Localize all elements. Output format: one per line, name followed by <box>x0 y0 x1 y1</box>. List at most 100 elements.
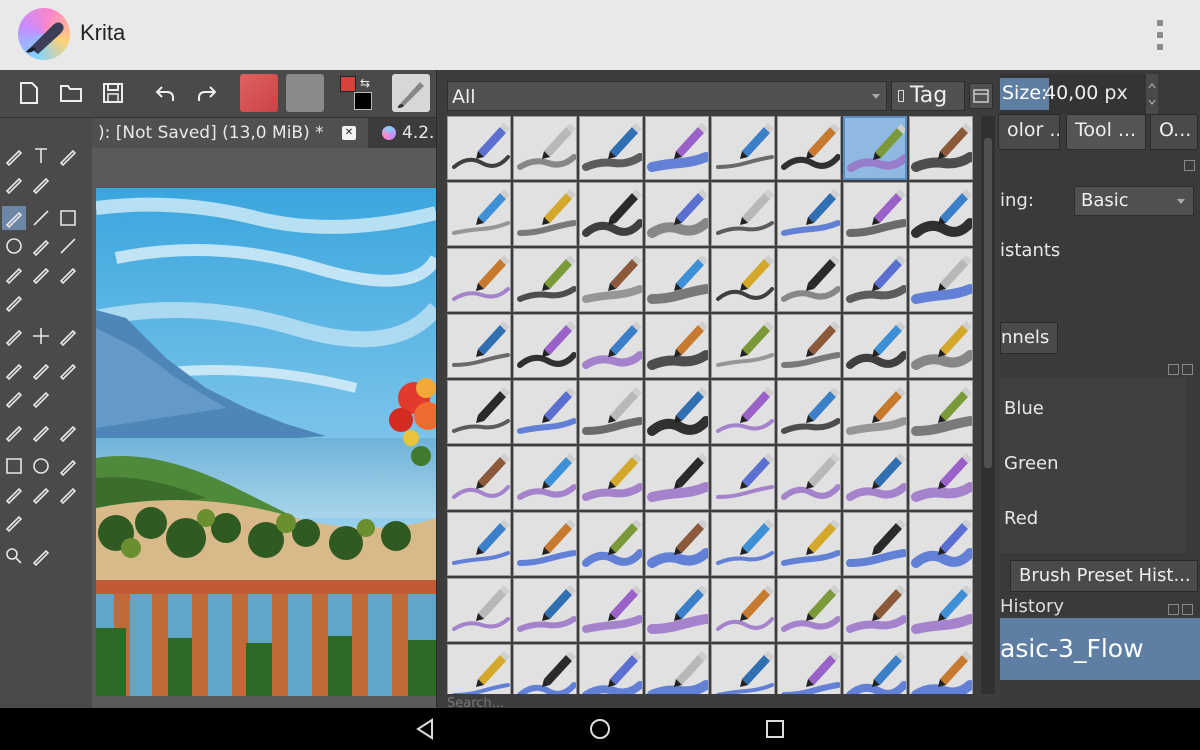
crop-tool-icon[interactable] <box>59 329 77 347</box>
channel-item-red[interactable]: Red <box>1004 508 1038 529</box>
brush-preset-item[interactable] <box>777 578 841 642</box>
brush-preset-item[interactable] <box>579 314 643 378</box>
ellipse-tool-icon[interactable] <box>6 238 22 254</box>
assistant-tool-icon[interactable] <box>5 391 23 409</box>
brush-preset-item[interactable] <box>777 446 841 510</box>
channel-item-green[interactable]: Green <box>1004 453 1059 474</box>
brush-preset-item[interactable] <box>513 182 577 246</box>
document-tab[interactable]: ): [Not Saved] (13,0 MiB) * ✕ <box>92 118 368 148</box>
dynamic-brush-icon[interactable] <box>59 267 77 285</box>
size-spin-buttons[interactable] <box>1146 74 1158 114</box>
swap-colors-icon[interactable]: ⇆ <box>360 76 370 90</box>
brush-preset-item[interactable] <box>645 314 709 378</box>
brush-preset-item[interactable] <box>843 248 907 312</box>
brush-preset-item[interactable] <box>579 578 643 642</box>
rectangle-tool-icon[interactable] <box>60 210 76 226</box>
preset-filter-dropdown[interactable]: All <box>447 81 887 111</box>
magic-wand-icon[interactable] <box>32 487 50 505</box>
brush-preset-item[interactable] <box>447 380 511 444</box>
fill-tool-icon[interactable] <box>32 391 50 409</box>
tab-overview[interactable]: O... <box>1150 114 1198 150</box>
overflow-menu-icon[interactable] <box>1148 20 1172 50</box>
brush-preset-item[interactable] <box>513 446 577 510</box>
gradient-tool-icon[interactable] <box>5 363 23 381</box>
brush-preset-item[interactable] <box>843 446 907 510</box>
text-tool-icon[interactable] <box>35 148 47 163</box>
fill-pen-icon[interactable] <box>32 177 50 195</box>
measure-tool-icon[interactable] <box>5 425 23 443</box>
brush-preset-item[interactable] <box>711 512 775 576</box>
brush-preset-item[interactable] <box>909 182 973 246</box>
brush-preset-item[interactable] <box>843 116 907 180</box>
brush-preset-item[interactable] <box>579 644 643 694</box>
brush-preset-item[interactable] <box>909 578 973 642</box>
brush-preset-item[interactable] <box>777 182 841 246</box>
brush-preset-item[interactable] <box>513 314 577 378</box>
brush-preset-item[interactable] <box>711 314 775 378</box>
brush-preset-item[interactable] <box>579 512 643 576</box>
brush-preset-item[interactable] <box>645 644 709 694</box>
brush-preset-item[interactable] <box>909 446 973 510</box>
brush-preset-item[interactable] <box>579 446 643 510</box>
brush-preset-item[interactable] <box>777 380 841 444</box>
brush-preset-item[interactable] <box>909 314 973 378</box>
transform-tool-icon[interactable] <box>5 329 23 347</box>
brush-preset-item[interactable] <box>513 578 577 642</box>
brush-preset-item[interactable] <box>645 182 709 246</box>
brush-preset-item[interactable] <box>447 182 511 246</box>
brush-preset-item[interactable] <box>909 512 973 576</box>
brush-preset-item[interactable] <box>645 512 709 576</box>
dock-close-icon[interactable] <box>1168 360 1198 375</box>
second-document-tab[interactable]: 4.2. <box>402 123 434 143</box>
bezier-tool-icon[interactable] <box>5 267 23 285</box>
brush-preset-item[interactable] <box>447 116 511 180</box>
brush-preset-item[interactable] <box>447 446 511 510</box>
new-document-icon[interactable] <box>14 78 44 108</box>
tab-brush-preset-history[interactable]: Brush Preset Hist... <box>1010 560 1198 592</box>
zoom-tool-icon[interactable] <box>6 548 22 564</box>
brush-preset-item[interactable] <box>513 644 577 694</box>
edit-shapes-icon[interactable] <box>5 177 23 195</box>
brush-preset-item[interactable] <box>711 116 775 180</box>
tag-button[interactable]: Tag <box>891 81 965 111</box>
ellipse-select-icon[interactable] <box>33 458 49 474</box>
brush-preset-item[interactable] <box>645 578 709 642</box>
brush-preset-item[interactable] <box>447 578 511 642</box>
recents-icon[interactable] <box>762 717 788 741</box>
history-item[interactable]: asic-3_Flow <box>1000 618 1200 680</box>
brush-preset-item[interactable] <box>843 644 907 694</box>
blending-mode-dropdown[interactable]: Basic <box>1074 186 1194 216</box>
polygon-select-icon[interactable] <box>59 459 77 477</box>
tab-channels[interactable]: nnels <box>1000 322 1058 354</box>
polyline-tool-icon[interactable] <box>60 238 76 254</box>
freehand-path-icon[interactable] <box>32 267 50 285</box>
brush-preset-item[interactable] <box>843 512 907 576</box>
preset-scrollbar[interactable] <box>981 116 995 694</box>
close-tab-icon[interactable]: ✕ <box>342 126 356 140</box>
brush-preset-item[interactable] <box>645 116 709 180</box>
brush-preset-item[interactable] <box>579 182 643 246</box>
tab-tool-options[interactable]: Tool ... <box>1066 114 1146 150</box>
smart-patch-icon[interactable] <box>59 363 77 381</box>
polygon-tool-icon[interactable] <box>32 239 50 257</box>
similar-select-icon[interactable] <box>59 487 77 505</box>
reference-icon[interactable] <box>59 425 77 443</box>
channel-item-blue[interactable]: Blue <box>1004 398 1044 419</box>
brush-preset-item[interactable] <box>777 644 841 694</box>
brush-preset-item[interactable] <box>645 380 709 444</box>
brush-preset-item[interactable] <box>579 116 643 180</box>
brush-preset-item[interactable] <box>711 644 775 694</box>
home-icon[interactable] <box>587 717 613 741</box>
brush-preset-item[interactable] <box>909 116 973 180</box>
brush-preset-button[interactable] <box>392 74 430 112</box>
folder-icon[interactable] <box>56 78 86 108</box>
brush-preset-item[interactable] <box>579 248 643 312</box>
brush-preset-item[interactable] <box>711 578 775 642</box>
freehand-brush-icon[interactable] <box>2 206 26 230</box>
fg-bg-color-selector[interactable]: ⇆ <box>338 74 376 112</box>
brush-preset-item[interactable] <box>777 116 841 180</box>
tab-color[interactable]: olor ... <box>998 114 1060 150</box>
move-tool-icon[interactable] <box>33 328 49 344</box>
perspective-grid-icon[interactable] <box>32 425 50 443</box>
brush-preset-item[interactable] <box>843 380 907 444</box>
